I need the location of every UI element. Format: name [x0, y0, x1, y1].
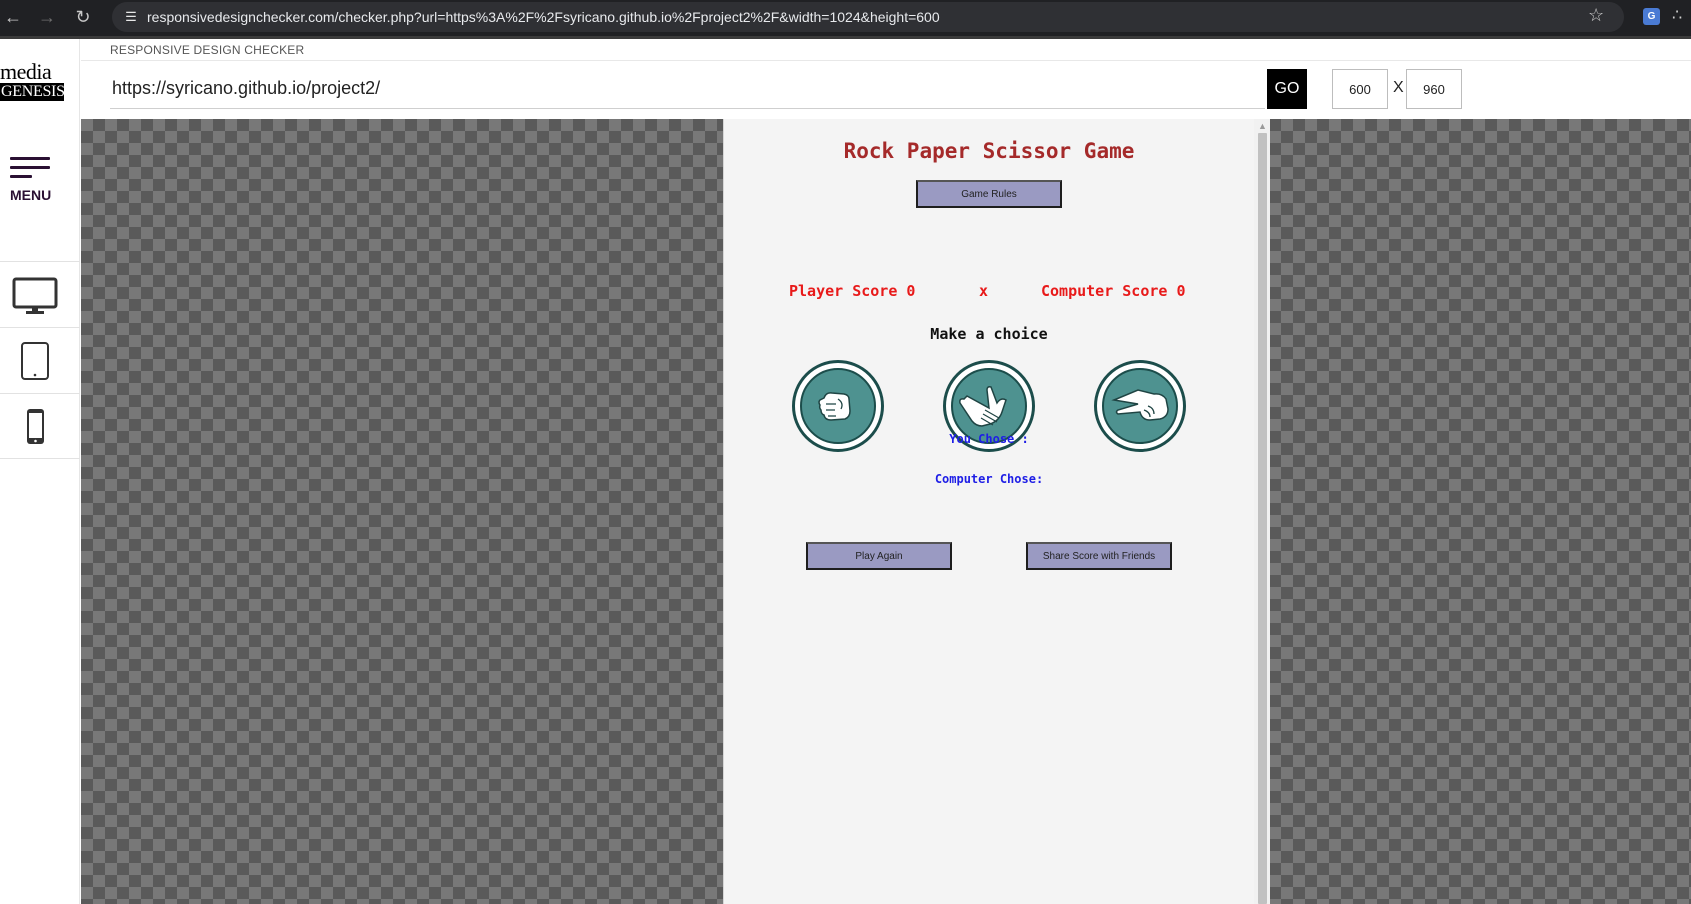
- hamburger-line: [10, 175, 32, 178]
- site-info-icon[interactable]: ☰: [122, 8, 140, 26]
- computer-chose-label: Computer Chose:: [934, 472, 1044, 486]
- page-title: RESPONSIVE DESIGN CHECKER: [110, 43, 305, 57]
- device-phone-button[interactable]: [0, 393, 80, 459]
- preview-frame[interactable]: Rock Paper Scissor Game Game Rules Playe…: [723, 119, 1270, 904]
- game-rules-button[interactable]: Game Rules: [916, 180, 1062, 208]
- scroll-thumb[interactable]: [1258, 133, 1267, 904]
- device-tablet-button[interactable]: [0, 327, 80, 393]
- width-input[interactable]: [1332, 69, 1388, 109]
- phone-icon: [27, 409, 44, 444]
- score-separator: x: [979, 282, 989, 300]
- computer-score: Computer Score 0: [1041, 282, 1186, 300]
- logo[interactable]: media GENESIS: [0, 59, 65, 101]
- dimension-separator: X: [1393, 79, 1404, 96]
- back-icon[interactable]: ←: [0, 4, 26, 30]
- menu-button[interactable]: MENU: [8, 157, 52, 207]
- sidebar: media GENESIS MENU: [0, 39, 80, 904]
- choice-heading: Make a choice: [930, 325, 1048, 343]
- translate-extension-icon[interactable]: G: [1643, 8, 1660, 25]
- forward-icon[interactable]: →: [34, 4, 60, 30]
- device-desktop-button[interactable]: [0, 261, 80, 327]
- game-title: Rock Paper Scissor Game: [843, 139, 1135, 163]
- address-bar-url[interactable]: responsivedesignchecker.com/checker.php?…: [147, 9, 940, 25]
- logo-text-top: media: [0, 59, 52, 84]
- logo-text-bottom: GENESIS: [0, 83, 65, 101]
- hamburger-line: [10, 166, 50, 169]
- hamburger-icon: [10, 157, 50, 160]
- preview-scrollbar[interactable]: ▲: [1254, 119, 1270, 904]
- browser-toolbar: ← → ↻ ☰ responsivedesignchecker.com/chec…: [0, 0, 1691, 36]
- scroll-up-arrow-icon[interactable]: ▲: [1258, 121, 1267, 131]
- address-bar[interactable]: ☰ responsivedesignchecker.com/checker.ph…: [112, 2, 1624, 32]
- bookmark-star-icon[interactable]: ☆: [1588, 5, 1604, 26]
- height-input[interactable]: [1406, 69, 1462, 109]
- extension-icon[interactable]: ∴: [1672, 5, 1682, 25]
- menu-label: MENU: [10, 187, 52, 203]
- url-input[interactable]: [110, 69, 1265, 109]
- tablet-icon: [21, 342, 49, 380]
- play-again-button[interactable]: Play Again: [806, 542, 952, 570]
- share-score-button[interactable]: Share Score with Friends: [1026, 542, 1172, 570]
- you-chose-label: You Chose :: [949, 432, 1029, 446]
- reload-icon[interactable]: ↻: [70, 4, 96, 30]
- checker-header: RESPONSIVE DESIGN CHECKER: [81, 39, 1691, 61]
- go-button[interactable]: GO: [1267, 69, 1307, 109]
- player-score: Player Score 0: [789, 282, 916, 300]
- desktop-icon: [12, 277, 58, 314]
